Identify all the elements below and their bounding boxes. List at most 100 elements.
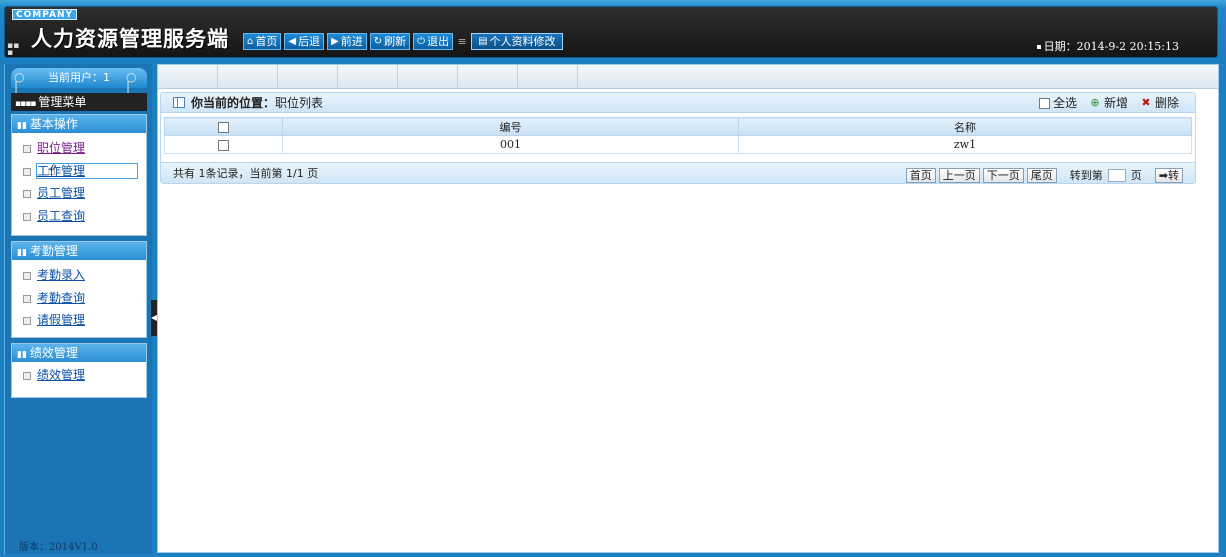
square-bullet-icon [23,317,31,325]
grid-icon: ▪▪▪▪ [15,99,36,109]
pin-icon: ○ | [14,70,25,94]
tab-slot [338,65,398,88]
menu-link-attendance-query[interactable]: 考勤查询 [37,291,85,305]
company-logo: COMPANY [12,9,77,20]
column-header-code: 编号 [282,117,739,136]
menu-item-performance: 绩效管理 [12,364,146,387]
date-display: 日期：2014-9-2 20:15:13 [1036,38,1179,54]
separator-icon: ≡ [457,34,467,48]
square-bullet-icon [23,145,31,153]
pagination-bar: 共有 1条记录，当前第 1/1 页 首页 上一页 下一页 尾页 转到第 页 ➡转 [161,162,1195,183]
menu-group-basic: ▮▮ 基本操作 职位管理 工作管理 员工管理 员工查询 [11,114,147,236]
next-page-button[interactable]: 下一页 [982,168,1024,183]
arrow-right-icon: ➡ [1158,169,1168,182]
refresh-button[interactable]: ↻ 刷新 [369,32,411,50]
add-button[interactable]: ⊕ 新增 [1089,93,1128,113]
list-panel: 你当前的位置：职位列表 全选 ⊕ 新增 ✖ 删除 编号 名称 001 zw1 共… [160,92,1196,184]
toolbar: 全选 ⊕ 新增 ✖ 删除 [1038,93,1179,113]
menu-group-header[interactable]: ▮▮ 考勤管理 [12,242,146,260]
go-button[interactable]: ➡转 [1154,168,1183,183]
logout-button[interactable]: ⏻ 退出 [413,32,454,50]
menu-group-header[interactable]: ▮▮ 基本操作 [12,115,146,133]
goto-suffix: 页 [1130,169,1142,182]
header-bar: COMPANY 人力资源管理服务端 ▪▪ ▪ ⌂ 首页 ◀ 后退 ▶ 前进 ↻ 刷新 ⏻ 退… [4,6,1218,58]
page-number-input[interactable] [1107,169,1126,182]
pagination-controls: 首页 上一页 下一页 尾页 转到第 页 ➡转 [905,165,1183,186]
cell-name: zw1 [738,135,1192,154]
row-checkbox[interactable] [218,139,229,151]
menu-link-leave[interactable]: 请假管理 [37,313,85,327]
tab-slot [218,65,278,88]
header-checkbox-cell [164,117,283,136]
menu-link-position[interactable]: 职位管理 [37,141,85,155]
prev-page-button[interactable]: 上一页 [938,168,980,183]
menu-link-attendance-entry[interactable]: 考勤录入 [37,268,85,282]
forward-arrow-icon: ▶ [331,35,339,47]
menu-group-attendance: ▮▮ 考勤管理 考勤录入 考勤查询 请假管理 [11,241,147,338]
top-nav: ⌂ 首页 ◀ 后退 ▶ 前进 ↻ 刷新 ⏻ 退出 ≡ ▤ 个人资料修改 [243,31,563,51]
main-content: 你当前的位置：职位列表 全选 ⊕ 新增 ✖ 删除 编号 名称 001 zw1 共… [157,64,1219,553]
delete-icon: ✖ [1141,96,1151,109]
version-label: 版本：2014V1.0 [19,542,98,553]
checkbox[interactable] [1038,97,1050,109]
select-all-checkbox[interactable] [218,121,229,133]
refresh-icon: ↻ [373,35,383,47]
square-bullet-icon [23,294,31,303]
menu-title: ▪▪▪▪ 管理菜单 [11,93,147,111]
book-icon: ▮▮ [17,121,27,131]
pagination-info: 共有 1条记录，当前第 1/1 页 [173,167,319,180]
hand-cursor-icon: ☝ [47,161,57,179]
location-value: 职位列表 [275,96,324,110]
bullet-icon [1036,45,1041,49]
menu-item-employee-query: 员工查询 [12,205,146,228]
menu-item-employee: 员工管理 [12,182,146,205]
table-row[interactable]: 001 zw1 [164,135,1192,154]
menu-group-performance: ▮▮ 绩效管理 绩效管理 [11,343,147,398]
dots-decoration-icon: ▪▪ ▪ [7,41,20,58]
cell-code: 001 [282,135,739,154]
back-arrow-icon: ◀ [288,35,297,47]
menu-item-attendance-query: 考勤查询 [12,287,146,310]
square-bullet-icon [23,272,31,280]
home-button[interactable]: ⌂ 首页 [243,32,282,50]
book-icon: ▮▮ [17,248,27,258]
location-label: 你当前的位置： [191,96,276,110]
add-icon: ⊕ [1090,96,1100,109]
menu-link-performance[interactable]: 绩效管理 [37,368,85,382]
app-title: 人力资源管理服务端 [31,27,229,51]
menu-link-employee-query[interactable]: 员工查询 [37,209,85,223]
forward-button[interactable]: ▶ 前进 [327,32,367,50]
first-page-button[interactable]: 首页 [905,168,936,183]
square-bullet-icon [23,190,31,198]
book-icon: ▮▮ [17,350,27,360]
tab-slot [518,65,578,88]
header: COMPANY 人力资源管理服务端 ▪▪ ▪ ⌂ 首页 ◀ 后退 ▶ 前进 ↻ 刷新 ⏻ 退… [0,0,1226,62]
menu-group-header[interactable]: ▮▮ 绩效管理 [12,344,146,362]
sidebar: 当前用户：1 ○ | ○ | ▪▪▪▪ 管理菜单 ▮▮ 基本操作 职位管理 工作管理 员… [4,64,152,554]
delete-button[interactable]: ✖ 删除 [1140,93,1179,113]
location-bar: 你当前的位置：职位列表 全选 ⊕ 新增 ✖ 删除 [161,93,1195,113]
square-bullet-icon [23,167,31,176]
profile-edit-button[interactable]: ▤ 个人资料修改 [471,32,563,50]
menu-item-position: 职位管理 [12,137,146,160]
menu-link-employee[interactable]: 员工管理 [37,186,85,200]
window-icon [173,97,185,108]
document-icon: ▤ [478,35,488,47]
tab-slot [158,65,218,88]
menu-item-attendance-entry: 考勤录入 [12,264,146,287]
last-page-button[interactable]: 尾页 [1026,168,1057,183]
back-button[interactable]: ◀ 后退 [284,32,325,50]
menu-item-leave: 请假管理 [12,309,146,332]
goto-prefix: 转到第 [1069,169,1103,182]
pin-icon: ○ | [126,70,137,94]
table-header-row: 编号 名称 [164,117,1192,136]
square-bullet-icon [23,372,31,380]
home-icon: ⌂ [247,35,254,47]
power-icon: ⏻ [417,35,426,47]
row-checkbox-cell [164,135,283,154]
square-bullet-icon [23,212,31,221]
column-header-name: 名称 [738,117,1192,136]
select-all-button[interactable]: 全选 [1038,93,1077,113]
tab-bar [158,65,1218,89]
tab-slot [458,65,518,88]
